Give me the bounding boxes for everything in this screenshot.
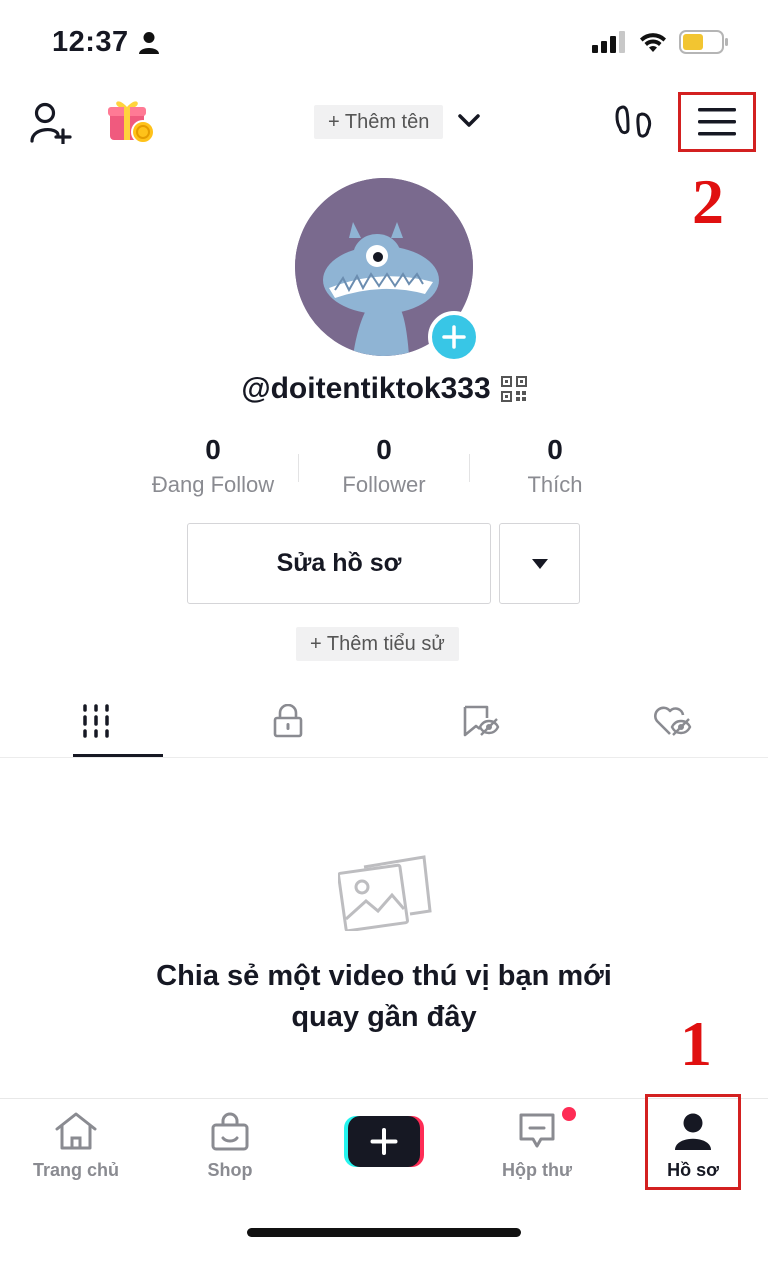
profile-header: + Thêm tên — [0, 90, 768, 160]
gift-coin-icon[interactable] — [107, 96, 157, 146]
nav-inbox[interactable]: Hộp thư — [467, 1111, 607, 1181]
footprint-icon[interactable] — [614, 104, 654, 142]
bookmark-hidden-icon — [463, 705, 500, 737]
tab-liked[interactable] — [576, 690, 768, 757]
stat-value: 0 — [547, 434, 563, 465]
stat-following[interactable]: 0 Đang Follow — [128, 434, 298, 504]
hamburger-menu-icon — [698, 108, 736, 136]
status-bar: 12:37 — [0, 0, 768, 84]
nav-inbox-label: Hộp thư — [501, 1160, 572, 1180]
tab-videos[interactable] — [0, 690, 192, 757]
nav-home[interactable]: Trang chủ — [6, 1111, 146, 1181]
profile-person-icon — [675, 1113, 711, 1150]
caret-down-icon — [531, 558, 548, 569]
profile-stats: 0 Đang Follow 0 Follower 0 Thích — [128, 434, 640, 504]
person-status-icon — [139, 32, 159, 54]
content-tabs — [0, 690, 768, 758]
videos-grid-icon — [83, 704, 109, 738]
add-friend-icon[interactable] — [30, 102, 74, 144]
chevron-down-icon[interactable] — [458, 114, 480, 128]
wifi-icon — [640, 33, 666, 52]
empty-state-message: Chia sẻ một video thú vị bạn mới quay gầ… — [0, 956, 768, 1038]
plus-icon — [442, 325, 466, 349]
menu-button[interactable] — [678, 92, 756, 152]
stat-followers[interactable]: 0 Follower — [299, 434, 469, 504]
nav-shop-label: Shop — [207, 1160, 253, 1180]
username-row: @doitentiktok333 — [0, 372, 768, 406]
nav-profile[interactable]: Hồ sơ — [623, 1111, 763, 1181]
battery-icon — [679, 30, 728, 54]
notification-dot — [562, 1107, 576, 1121]
nav-home-label: Trang chủ — [32, 1160, 119, 1180]
lock-icon — [273, 704, 303, 738]
annotation-number-1: 1 — [680, 1008, 712, 1079]
stat-label: Đang Follow — [151, 472, 275, 497]
tab-private[interactable] — [192, 690, 384, 757]
username: @doitentiktok333 — [241, 372, 491, 405]
status-time: 12:37 — [52, 26, 129, 58]
liked-hidden-icon — [654, 706, 692, 736]
active-tab-indicator — [73, 754, 163, 757]
create-button[interactable] — [344, 1116, 424, 1167]
shopping-bag-icon — [211, 1112, 249, 1151]
home-icon — [55, 1112, 97, 1150]
signal-icon — [592, 31, 625, 53]
nav-profile-label: Hồ sơ — [667, 1160, 719, 1180]
more-options-button[interactable] — [499, 523, 580, 604]
home-indicator[interactable] — [247, 1228, 521, 1237]
nav-shop[interactable]: Shop — [160, 1111, 300, 1181]
empty-state-line-1: Chia sẻ một video thú vị bạn mới — [156, 960, 612, 992]
qr-code-icon[interactable] — [500, 376, 527, 402]
stat-value: 0 — [205, 434, 221, 465]
stat-label: Thích — [527, 472, 583, 497]
photos-icon — [338, 855, 432, 931]
tab-saved[interactable] — [384, 690, 576, 757]
annotation-number-2: 2 — [692, 166, 724, 237]
add-bio-button[interactable]: + Thêm tiểu sử — [296, 627, 459, 661]
stat-likes[interactable]: 0 Thích — [470, 434, 640, 504]
inbox-message-icon — [519, 1113, 555, 1148]
add-avatar-button[interactable] — [428, 311, 480, 363]
edit-profile-button[interactable]: Sửa hồ sơ — [187, 523, 491, 604]
stat-label: Follower — [342, 472, 426, 497]
add-name-button[interactable]: + Thêm tên — [314, 105, 444, 139]
empty-state-line-2: quay gần đây — [291, 1001, 477, 1033]
stat-value: 0 — [376, 434, 392, 465]
